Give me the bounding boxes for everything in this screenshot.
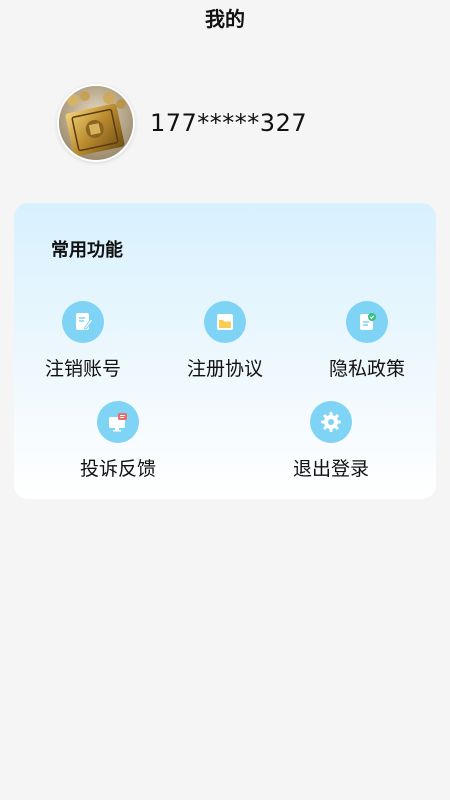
logout-button[interactable]: 退出登录 bbox=[276, 401, 386, 481]
verified-document-icon bbox=[346, 301, 388, 343]
deactivate-account-button[interactable]: 注销账号 bbox=[28, 301, 138, 381]
privacy-policy-button[interactable]: 隐私政策 bbox=[312, 301, 422, 381]
card-title: 常用功能 bbox=[51, 240, 123, 261]
edit-document-icon bbox=[62, 301, 104, 343]
registration-agreement-button[interactable]: 注册协议 bbox=[170, 301, 280, 381]
func-label: 注册协议 bbox=[186, 358, 263, 380]
profile-section: 177*****327 bbox=[57, 84, 307, 162]
folder-icon bbox=[204, 301, 246, 343]
feedback-button[interactable]: 投诉反馈 bbox=[63, 401, 173, 481]
feedback-monitor-icon bbox=[97, 401, 139, 443]
func-label: 投诉反馈 bbox=[79, 458, 156, 480]
avatar[interactable] bbox=[57, 84, 135, 162]
common-functions-card: 常用功能 注销账号 注册协议 隐私政策 投诉反馈 退出登录 bbox=[14, 203, 436, 499]
gear-icon bbox=[310, 401, 352, 443]
user-phone: 177*****327 bbox=[150, 109, 308, 137]
func-label: 隐私政策 bbox=[328, 358, 405, 380]
func-label: 退出登录 bbox=[292, 458, 369, 480]
page-title: 我的 bbox=[205, 7, 245, 31]
func-label: 注销账号 bbox=[44, 358, 121, 380]
